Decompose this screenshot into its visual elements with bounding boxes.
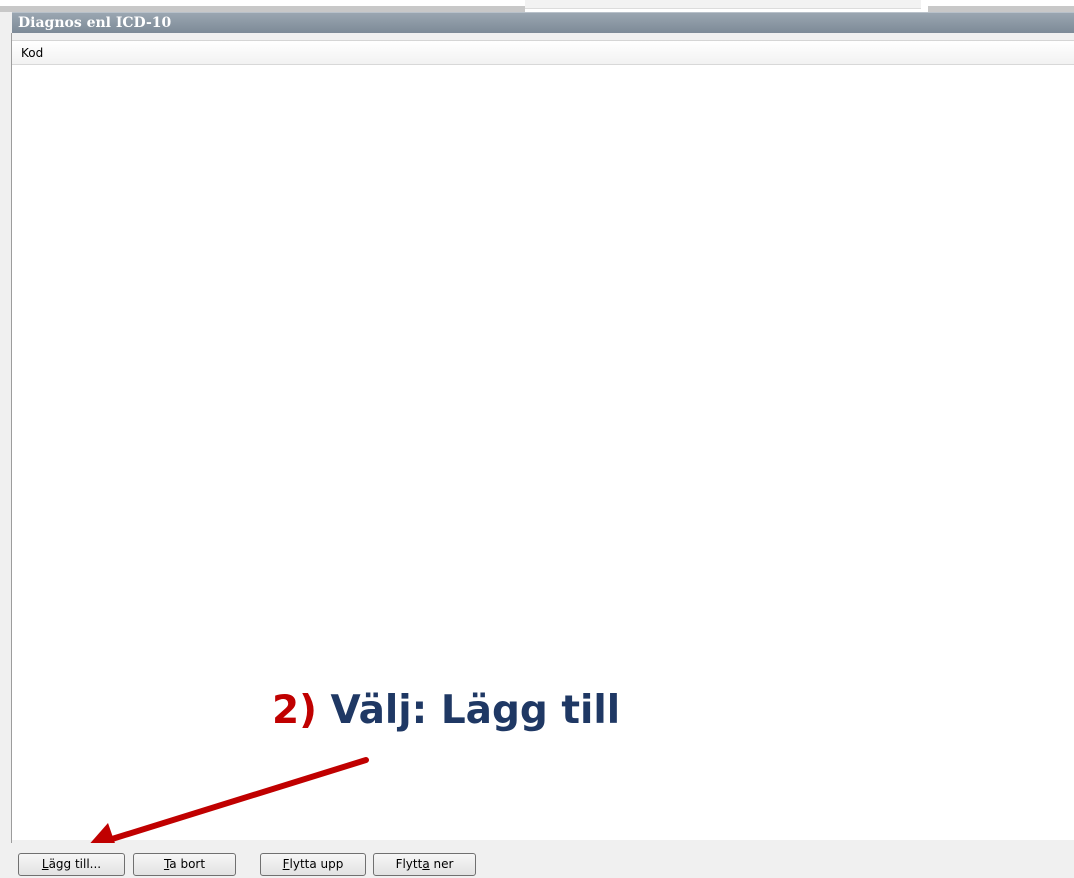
top-strip-tab bbox=[525, 0, 921, 9]
panel-header: Diagnos enl ICD-10 bbox=[12, 12, 1074, 33]
remove-button-label: a bort bbox=[169, 857, 206, 871]
remove-button[interactable]: Ta bort bbox=[133, 853, 236, 876]
top-edge-strip bbox=[0, 0, 1074, 12]
annotation-text: Välj: Lägg till bbox=[330, 688, 621, 733]
instruction-annotation: 2) Välj: Lägg till bbox=[272, 686, 620, 736]
move-up-button-label: lytta upp bbox=[289, 857, 344, 871]
button-bar: Lägg till... Ta bort Flytta upp Flytta n… bbox=[0, 843, 1074, 878]
move-down-button-label-end: ner bbox=[429, 857, 454, 871]
column-header-kod[interactable]: Kod bbox=[12, 41, 1074, 65]
icd10-diagnosis-window: Diagnos enl ICD-10 Kod 2) Välj: Lägg til… bbox=[0, 0, 1074, 878]
move-down-button-mnemonic: a bbox=[422, 857, 430, 871]
add-button-mnemonic: L bbox=[41, 857, 49, 871]
column-label-kod: Kod bbox=[21, 46, 44, 60]
add-button-label: ägg till... bbox=[48, 857, 102, 871]
move-down-button[interactable]: Flytta ner bbox=[373, 853, 476, 876]
move-up-button[interactable]: Flytta upp bbox=[260, 853, 366, 876]
panel-title: Diagnos enl ICD-10 bbox=[18, 15, 172, 31]
move-down-button-label-start: Flytt bbox=[395, 857, 423, 871]
add-button[interactable]: Lägg till... bbox=[18, 853, 125, 876]
annotation-step-number: 2) bbox=[272, 688, 317, 733]
move-up-button-mnemonic: F bbox=[282, 857, 290, 871]
